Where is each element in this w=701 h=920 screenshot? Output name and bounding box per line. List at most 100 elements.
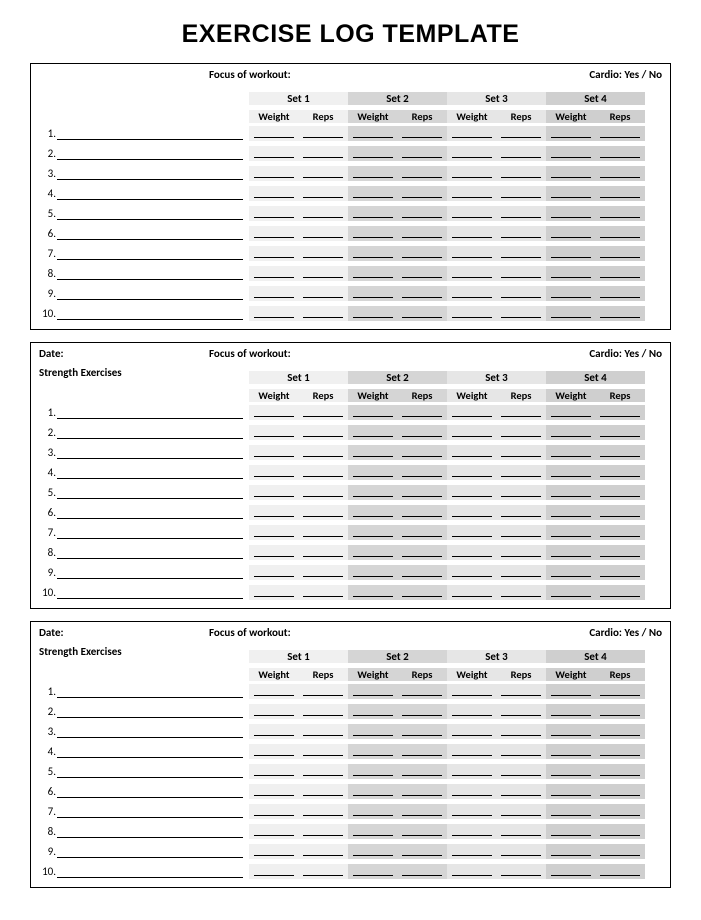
weight-field[interactable] [353, 585, 393, 597]
weight-field[interactable] [254, 266, 294, 278]
weight-field[interactable] [551, 505, 591, 517]
weight-field[interactable] [452, 246, 492, 258]
reps-field[interactable] [303, 724, 343, 736]
reps-field[interactable] [303, 684, 343, 696]
weight-field[interactable] [254, 824, 294, 836]
weight-field[interactable] [452, 306, 492, 318]
reps-field[interactable] [600, 266, 640, 278]
weight-field[interactable] [452, 505, 492, 517]
exercise-name-field[interactable] [57, 467, 243, 479]
weight-field[interactable] [452, 226, 492, 238]
reps-field[interactable] [303, 166, 343, 178]
weight-field[interactable] [353, 226, 393, 238]
reps-field[interactable] [402, 425, 442, 437]
weight-field[interactable] [452, 425, 492, 437]
reps-field[interactable] [600, 744, 640, 756]
cardio-label[interactable]: Cardio: Yes / No [589, 347, 662, 360]
exercise-name-field[interactable] [57, 248, 243, 260]
reps-field[interactable] [501, 126, 541, 138]
weight-field[interactable] [452, 784, 492, 796]
reps-field[interactable] [303, 445, 343, 457]
weight-field[interactable] [452, 525, 492, 537]
weight-field[interactable] [452, 286, 492, 298]
weight-field[interactable] [254, 565, 294, 577]
weight-field[interactable] [254, 844, 294, 856]
weight-field[interactable] [353, 525, 393, 537]
reps-field[interactable] [501, 724, 541, 736]
reps-field[interactable] [402, 804, 442, 816]
weight-field[interactable] [254, 405, 294, 417]
weight-field[interactable] [254, 764, 294, 776]
weight-field[interactable] [353, 505, 393, 517]
reps-field[interactable] [600, 485, 640, 497]
reps-field[interactable] [402, 465, 442, 477]
weight-field[interactable] [254, 585, 294, 597]
reps-field[interactable] [303, 126, 343, 138]
reps-field[interactable] [600, 804, 640, 816]
weight-field[interactable] [254, 724, 294, 736]
exercise-name-field[interactable] [57, 527, 243, 539]
reps-field[interactable] [402, 545, 442, 557]
reps-field[interactable] [501, 425, 541, 437]
weight-field[interactable] [551, 425, 591, 437]
reps-field[interactable] [303, 844, 343, 856]
weight-field[interactable] [254, 425, 294, 437]
weight-field[interactable] [254, 485, 294, 497]
reps-field[interactable] [501, 505, 541, 517]
reps-field[interactable] [600, 126, 640, 138]
weight-field[interactable] [353, 804, 393, 816]
reps-field[interactable] [501, 206, 541, 218]
weight-field[interactable] [353, 166, 393, 178]
reps-field[interactable] [600, 824, 640, 836]
exercise-name-field[interactable] [57, 427, 243, 439]
reps-field[interactable] [303, 545, 343, 557]
weight-field[interactable] [452, 804, 492, 816]
reps-field[interactable] [402, 585, 442, 597]
weight-field[interactable] [551, 545, 591, 557]
weight-field[interactable] [353, 545, 393, 557]
exercise-name-field[interactable] [57, 846, 243, 858]
weight-field[interactable] [452, 684, 492, 696]
weight-field[interactable] [551, 585, 591, 597]
focus-label[interactable]: Focus of workout: [209, 68, 589, 81]
weight-field[interactable] [551, 166, 591, 178]
reps-field[interactable] [501, 465, 541, 477]
reps-field[interactable] [402, 146, 442, 158]
reps-field[interactable] [303, 306, 343, 318]
reps-field[interactable] [402, 565, 442, 577]
reps-field[interactable] [600, 585, 640, 597]
exercise-name-field[interactable] [57, 308, 243, 320]
date-label[interactable]: Date: [39, 626, 209, 639]
reps-field[interactable] [303, 525, 343, 537]
weight-field[interactable] [452, 405, 492, 417]
exercise-name-field[interactable] [57, 587, 243, 599]
reps-field[interactable] [402, 306, 442, 318]
reps-field[interactable] [402, 784, 442, 796]
reps-field[interactable] [501, 525, 541, 537]
weight-field[interactable] [551, 565, 591, 577]
weight-field[interactable] [551, 824, 591, 836]
reps-field[interactable] [402, 864, 442, 876]
reps-field[interactable] [402, 844, 442, 856]
reps-field[interactable] [600, 844, 640, 856]
weight-field[interactable] [254, 784, 294, 796]
weight-field[interactable] [452, 764, 492, 776]
reps-field[interactable] [600, 146, 640, 158]
reps-field[interactable] [501, 266, 541, 278]
weight-field[interactable] [353, 764, 393, 776]
reps-field[interactable] [402, 226, 442, 238]
exercise-name-field[interactable] [57, 507, 243, 519]
weight-field[interactable] [353, 405, 393, 417]
weight-field[interactable] [452, 724, 492, 736]
reps-field[interactable] [303, 465, 343, 477]
weight-field[interactable] [254, 166, 294, 178]
weight-field[interactable] [452, 465, 492, 477]
reps-field[interactable] [402, 186, 442, 198]
reps-field[interactable] [501, 565, 541, 577]
weight-field[interactable] [353, 704, 393, 716]
weight-field[interactable] [353, 425, 393, 437]
weight-field[interactable] [551, 525, 591, 537]
exercise-name-field[interactable] [57, 228, 243, 240]
weight-field[interactable] [551, 724, 591, 736]
reps-field[interactable] [303, 405, 343, 417]
